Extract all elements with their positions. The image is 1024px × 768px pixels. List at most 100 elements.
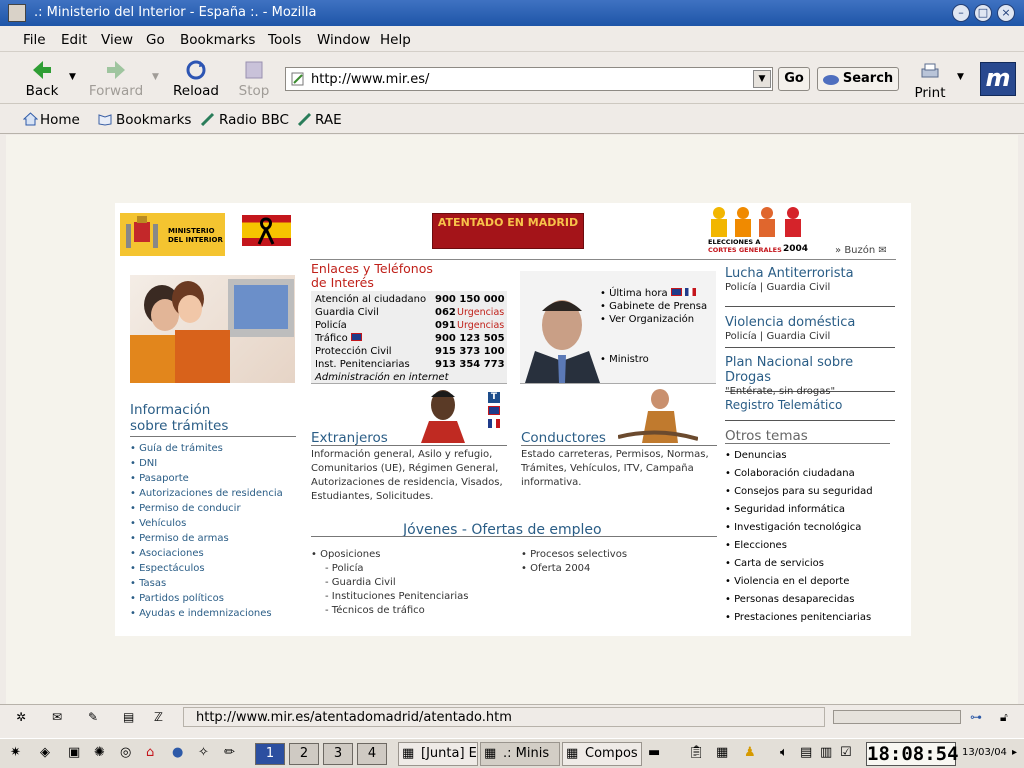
mail-app-icon[interactable]: ✧ bbox=[198, 745, 216, 763]
irc-chat-icon[interactable]: ℤ bbox=[154, 710, 163, 724]
stop-button[interactable]: Stop bbox=[236, 59, 272, 99]
volume-icon[interactable]: 🔈︎ bbox=[780, 745, 798, 763]
bookmark-radio-bbc[interactable]: Radio BBC bbox=[219, 112, 289, 128]
minister-photo[interactable] bbox=[525, 291, 600, 383]
otros-link[interactable]: • Violencia en el deporte bbox=[725, 573, 873, 591]
maximize-icon[interactable]: □ bbox=[974, 4, 992, 22]
atentado-banner[interactable]: ATENTADO EN MADRID bbox=[432, 213, 584, 249]
task-ministerio[interactable]: ▦.: Minis bbox=[480, 742, 560, 766]
otros-link[interactable]: • Elecciones bbox=[725, 537, 873, 555]
computer-users-photo[interactable] bbox=[130, 275, 295, 383]
extranjeros-photo[interactable] bbox=[417, 387, 469, 443]
online-status-icon[interactable]: ⊶ bbox=[970, 710, 982, 724]
otros-link[interactable]: • Denuncias bbox=[725, 447, 873, 465]
menu-view[interactable]: View bbox=[101, 32, 133, 48]
menu-tools[interactable]: Tools bbox=[268, 32, 301, 48]
composer-icon[interactable]: ✎ bbox=[88, 710, 98, 724]
minimize-icon[interactable]: – bbox=[952, 4, 970, 22]
gabinete-prensa-link[interactable]: • Gabinete de Prensa bbox=[600, 300, 707, 313]
bookmark-bookmarks[interactable]: Bookmarks bbox=[116, 112, 191, 128]
workspace-4[interactable]: 4 bbox=[357, 743, 387, 765]
otros-link[interactable]: • Prestaciones penitenciarias bbox=[725, 609, 873, 627]
clipboard-icon[interactable]: 📋︎ bbox=[688, 745, 706, 763]
kde-menu-icon[interactable]: ✷ bbox=[10, 745, 28, 763]
mozilla-throbber-icon[interactable]: m bbox=[980, 62, 1016, 96]
tramite-link[interactable]: • Tasas bbox=[130, 576, 283, 591]
translate-icon[interactable]: T bbox=[488, 392, 500, 403]
taskbar-arrow-icon[interactable]: ▸ bbox=[1012, 747, 1017, 758]
right-section[interactable]: Plan Nacional sobre Drogas "Entérate, sin… bbox=[725, 348, 895, 397]
workspace-1[interactable]: 1 bbox=[255, 743, 285, 765]
task-junta[interactable]: ▦ [Junta] E bbox=[398, 742, 478, 766]
clock[interactable]: 18:08:54 bbox=[866, 742, 959, 766]
oposicion-sub-link[interactable]: - Policía bbox=[311, 562, 469, 576]
print-button[interactable]: Print bbox=[912, 61, 948, 101]
tramite-link[interactable]: • Permiso de armas bbox=[130, 531, 283, 546]
oposiciones-link[interactable]: • Oposiciones bbox=[311, 548, 469, 562]
otros-link[interactable]: • Consejos para su seguridad bbox=[725, 483, 873, 501]
menu-help[interactable]: Help bbox=[380, 32, 411, 48]
url-bar[interactable]: http://www.mir.es/ ▼ bbox=[285, 67, 773, 91]
notes-icon[interactable]: ▤ bbox=[800, 745, 818, 763]
oposicion-sub-link[interactable]: - Instituciones Penitenciarias bbox=[311, 590, 469, 604]
calendar-icon[interactable]: ▦ bbox=[716, 745, 734, 763]
otros-link[interactable]: • Colaboración ciudadana bbox=[725, 465, 873, 483]
right-section[interactable]: Lucha Antiterrorista Policía | Guardia Ci… bbox=[725, 266, 895, 307]
search-button[interactable]: Search bbox=[817, 67, 899, 91]
oferta-link[interactable]: • Oferta 2004 bbox=[521, 562, 627, 576]
address-book-icon[interactable]: ▤ bbox=[123, 710, 134, 724]
extranjeros-title[interactable]: Extranjeros bbox=[311, 430, 388, 446]
browser-icon[interactable]: ● bbox=[172, 745, 190, 763]
tramite-link[interactable]: • Pasaporte bbox=[130, 471, 283, 486]
back-button[interactable]: Back bbox=[22, 59, 62, 99]
otros-link[interactable]: • Personas desaparecidas bbox=[725, 591, 873, 609]
print-dropdown-icon[interactable]: ▼ bbox=[957, 72, 964, 82]
back-dropdown-icon[interactable]: ▼ bbox=[69, 72, 76, 82]
otros-link[interactable]: • Carta de servicios bbox=[725, 555, 873, 573]
conductores-title[interactable]: Conductores bbox=[521, 430, 606, 446]
oposicion-sub-link[interactable]: - Técnicos de tráfico bbox=[311, 604, 469, 618]
close-icon[interactable]: × bbox=[997, 4, 1015, 22]
tramite-link[interactable]: • Guía de trámites bbox=[130, 441, 283, 456]
network-monitor-icon[interactable]: ▬ bbox=[648, 745, 666, 763]
help-icon[interactable]: ◎ bbox=[120, 745, 138, 763]
navigator-icon[interactable]: ✲ bbox=[16, 710, 26, 724]
oposicion-sub-link[interactable]: - Guardia Civil bbox=[311, 576, 469, 590]
ver-organizacion-link[interactable]: • Ver Organización bbox=[600, 313, 707, 326]
workspace-2[interactable]: 2 bbox=[289, 743, 319, 765]
menu-window[interactable]: Window bbox=[317, 32, 370, 48]
ministry-logo[interactable]: MINISTERIO DEL INTERIOR bbox=[120, 213, 225, 256]
procesos-selectivos-link[interactable]: • Procesos selectivos bbox=[521, 548, 627, 562]
uk-flag-icon[interactable] bbox=[488, 406, 500, 415]
tramite-link[interactable]: • Ayudas e indemnizaciones bbox=[130, 606, 283, 621]
ministro-link[interactable]: • Ministro bbox=[600, 353, 649, 366]
french-flag-icon[interactable] bbox=[685, 288, 696, 296]
go-button[interactable]: Go bbox=[778, 67, 810, 91]
url-dropdown-icon[interactable]: ▼ bbox=[753, 70, 771, 88]
security-lock-icon[interactable]: 🔓︎ bbox=[1000, 710, 1008, 725]
forward-dropdown-icon[interactable]: ▼ bbox=[152, 72, 159, 82]
right-section[interactable]: Violencia doméstica Policía | Guardia Civ… bbox=[725, 307, 895, 348]
terminal-icon[interactable]: ▣ bbox=[68, 745, 86, 763]
user-icon[interactable]: ♟ bbox=[744, 745, 762, 763]
uk-flag-icon[interactable] bbox=[350, 333, 362, 341]
desktop-icon[interactable]: ◈ bbox=[40, 745, 58, 763]
ultima-hora-link[interactable]: • Última hora bbox=[600, 287, 707, 300]
tramite-link[interactable]: • Autorizaciones de residencia bbox=[130, 486, 283, 501]
elecciones-banner[interactable]: ELECCIONES A CORTES GENERALES 2004 bbox=[707, 205, 808, 255]
home-folder-icon[interactable]: ⌂ bbox=[146, 745, 164, 763]
menu-go[interactable]: Go bbox=[146, 32, 165, 48]
editor-icon[interactable]: ✏ bbox=[224, 745, 242, 763]
task-compose[interactable]: ▦ Compos bbox=[562, 742, 642, 766]
checklist-icon[interactable]: ☑ bbox=[840, 745, 858, 763]
french-flag-icon[interactable] bbox=[488, 419, 500, 428]
document-icon[interactable]: ▥ bbox=[820, 745, 838, 763]
bookmark-rae[interactable]: RAE bbox=[315, 112, 342, 128]
otros-link[interactable]: • Investigación tecnológica bbox=[725, 519, 873, 537]
tramite-link[interactable]: • Asociaciones bbox=[130, 546, 283, 561]
reload-button[interactable]: Reload bbox=[172, 59, 220, 99]
workspace-3[interactable]: 3 bbox=[323, 743, 353, 765]
mail-icon[interactable]: ✉ bbox=[52, 710, 62, 724]
tramite-link[interactable]: • Partidos políticos bbox=[130, 591, 283, 606]
tramite-link[interactable]: • Espectáculos bbox=[130, 561, 283, 576]
